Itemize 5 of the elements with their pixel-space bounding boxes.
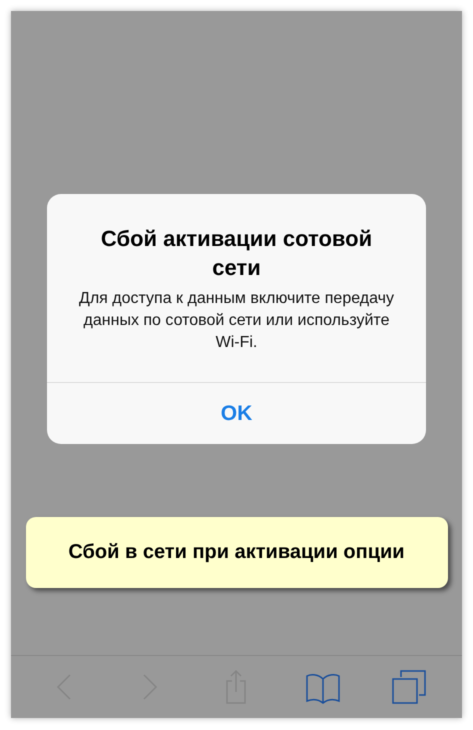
ok-button[interactable]: OK xyxy=(47,382,426,444)
alert-message: Для доступа к данным включите передачу данных по сотовой сети или используйте Wi-Fi. xyxy=(78,289,395,353)
alert-title: Сбой активации сотовой сети xyxy=(100,225,374,282)
callout-label: Сбой в сети при активации опции xyxy=(26,517,448,588)
tabs-icon[interactable] xyxy=(390,669,427,705)
